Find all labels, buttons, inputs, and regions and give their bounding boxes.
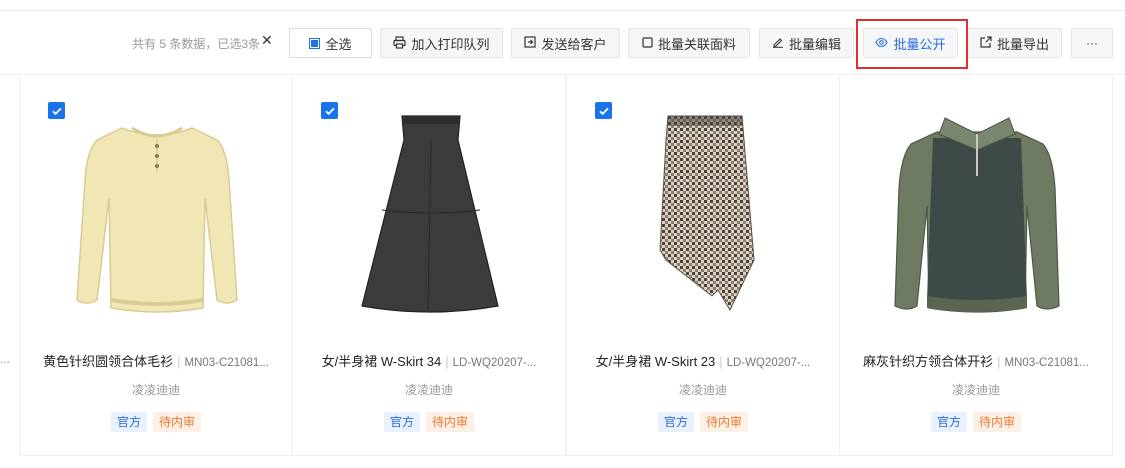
selection-count-text: 共有 5 条数据，已选3条: [132, 37, 261, 51]
product-name[interactable]: 女/半身裙 W-Skirt 23: [596, 354, 716, 369]
tag-group: 官方 待内审: [20, 412, 292, 432]
edit-pen-icon: [772, 36, 784, 50]
official-tag: 官方: [930, 412, 967, 432]
plaid-skirt-image: [659, 115, 755, 312]
batch-link-fabric-label: 批量关联面料: [657, 36, 736, 52]
title-divider: |: [719, 354, 723, 369]
title-divider: |: [997, 354, 1001, 369]
select-all-button[interactable]: 全选: [289, 28, 372, 58]
product-code: LD-WQ20207-...: [726, 357, 811, 369]
batch-link-fabric-button[interactable]: 批量关联面料: [628, 28, 750, 58]
grey-polo-sweater-image: [894, 117, 1060, 313]
select-all-checkbox-icon: [309, 37, 321, 49]
square-icon: [642, 36, 653, 50]
clear-selection-icon[interactable]: ✕: [261, 32, 273, 49]
official-tag: 官方: [383, 412, 420, 432]
send-to-customer-button[interactable]: 发送给客户: [511, 28, 620, 58]
add-print-queue-button[interactable]: 加入打印队列: [380, 28, 503, 58]
truncated-card-text: ...: [0, 352, 11, 366]
owner-name: 凌凌迪迪: [951, 383, 1000, 397]
tag-group: 官方 待内审: [293, 412, 565, 432]
send-icon: [524, 36, 537, 50]
highlight-box: [856, 19, 968, 69]
pending-review-tag: 待内审: [153, 412, 202, 432]
export-icon: [980, 36, 992, 50]
printer-icon: [393, 35, 407, 51]
more-actions-button[interactable]: ···: [1071, 28, 1113, 58]
top-divider: [0, 10, 1125, 11]
product-code: MN03-C21081...: [184, 357, 269, 369]
product-image[interactable]: [877, 105, 1077, 325]
tag-group: 官方 待内审: [567, 412, 839, 432]
product-card[interactable]: 麻灰针织方领合体开衫 | MN03-C21081... 凌凌迪迪 官方 待内审: [839, 74, 1113, 456]
batch-export-button[interactable]: 批量导出: [967, 28, 1062, 58]
official-tag: 官方: [657, 412, 694, 432]
title-divider: |: [177, 354, 181, 369]
batch-edit-button[interactable]: 批量编辑: [759, 28, 854, 58]
pending-review-tag: 待内审: [973, 412, 1022, 432]
pending-review-tag: 待内审: [426, 412, 475, 432]
batch-export-label: 批量导出: [996, 36, 1049, 52]
owner-name: 凌凌迪迪: [404, 383, 453, 397]
owner-name: 凌凌迪迪: [678, 383, 727, 397]
product-card[interactable]: 女/半身裙 W-Skirt 34 | LD-WQ20207-... 凌凌迪迪 官方 …: [292, 74, 566, 456]
product-image[interactable]: [604, 105, 804, 325]
card-title-row: 女/半身裙 W-Skirt 34 | LD-WQ20207-...: [293, 351, 565, 370]
owner-name: 凌凌迪迪: [131, 383, 180, 397]
title-divider: |: [445, 354, 449, 369]
tag-group: 官方 待内审: [840, 412, 1112, 432]
add-print-queue-label: 加入打印队列: [411, 36, 490, 52]
official-tag: 官方: [110, 412, 147, 432]
product-name[interactable]: 女/半身裙 W-Skirt 34: [322, 354, 442, 369]
card-title-row: 麻灰针织方领合体开衫 | MN03-C21081...: [840, 351, 1112, 370]
select-all-label: 全选: [325, 36, 352, 52]
product-code: LD-WQ20207-...: [452, 357, 537, 369]
card-title-row: 黄色针织圆领合体毛衫 | MN03-C21081...: [20, 351, 292, 370]
product-name[interactable]: 麻灰针织方领合体开衫: [863, 354, 993, 369]
product-code: MN03-C21081...: [1004, 357, 1089, 369]
pending-review-tag: 待内审: [700, 412, 749, 432]
product-image[interactable]: [57, 105, 257, 325]
product-image[interactable]: [330, 105, 530, 325]
send-to-customer-label: 发送给客户: [541, 36, 607, 52]
product-card[interactable]: 黄色针织圆领合体毛衫 | MN03-C21081... 凌凌迪迪 官方 待内审: [19, 74, 293, 456]
card-title-row: 女/半身裙 W-Skirt 23 | LD-WQ20207-...: [567, 351, 839, 370]
more-actions-label: ···: [1086, 36, 1098, 50]
yellow-sweater-image: [76, 126, 238, 313]
black-skirt-image: [361, 115, 499, 313]
product-name[interactable]: 黄色针织圆领合体毛衫: [43, 354, 173, 369]
batch-edit-label: 批量编辑: [788, 36, 841, 52]
product-card[interactable]: 女/半身裙 W-Skirt 23 | LD-WQ20207-... 凌凌迪迪 官方 …: [566, 74, 840, 456]
